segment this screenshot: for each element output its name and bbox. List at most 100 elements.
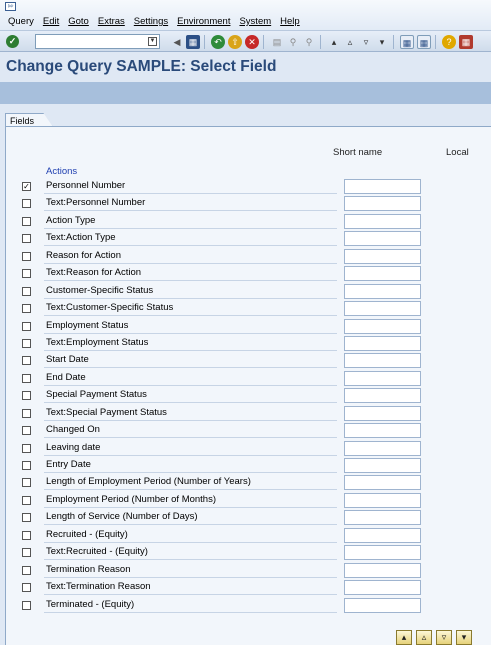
shortcut-icon[interactable]: ▦ <box>417 35 431 49</box>
field-checkbox[interactable] <box>22 373 31 383</box>
field-checkbox[interactable] <box>22 216 31 226</box>
field-label: Text:Personnel Number <box>44 197 337 212</box>
short-name-input[interactable] <box>344 283 421 299</box>
short-name-input[interactable] <box>344 196 421 212</box>
menu-item-settings[interactable]: Settings <box>134 16 168 27</box>
help-icon[interactable]: ? <box>442 35 456 49</box>
field-checkbox[interactable] <box>22 478 31 488</box>
tab-fields[interactable]: Fields <box>5 113 53 127</box>
field-checkbox[interactable] <box>22 286 31 296</box>
field-checkbox[interactable] <box>22 495 31 505</box>
field-label: Special Payment Status <box>44 389 337 404</box>
short-name-input[interactable] <box>344 580 421 596</box>
menu-item-environment[interactable]: Environment <box>177 16 230 27</box>
short-name-input[interactable] <box>344 458 421 473</box>
cancel-icon[interactable]: ✕ <box>245 35 259 49</box>
field-checkbox[interactable] <box>22 199 31 209</box>
column-header-short-name: Short name <box>333 147 383 158</box>
field-label: Text:Employment Status <box>44 337 337 351</box>
short-name-input[interactable] <box>344 510 421 526</box>
command-history-icon[interactable]: ▼ <box>148 37 157 46</box>
first-page-icon[interactable]: ▴ <box>327 35 341 49</box>
new-session-icon[interactable]: ▦ <box>400 35 414 49</box>
scroll-last-icon[interactable]: ▾ <box>456 630 472 645</box>
field-label: Text:Special Payment Status <box>44 407 337 421</box>
field-checkbox[interactable] <box>22 269 31 279</box>
field-label: Terminated - (Equity) <box>44 599 337 613</box>
field-checkbox[interactable] <box>22 321 31 331</box>
short-name-input[interactable] <box>344 475 421 491</box>
field-checkbox[interactable] <box>22 426 31 436</box>
scroll-previous-icon[interactable]: ▵ <box>416 630 432 645</box>
short-name-input[interactable] <box>344 440 421 456</box>
layout-menu-icon[interactable]: ▦ <box>459 35 473 49</box>
short-name-input[interactable] <box>344 562 421 578</box>
field-row: Leaving date <box>6 440 491 457</box>
scroll-first-icon[interactable]: ▴ <box>396 630 412 645</box>
field-checkbox[interactable] <box>22 338 31 348</box>
field-checkbox[interactable] <box>22 548 31 558</box>
short-name-input[interactable] <box>344 405 421 421</box>
menu-item-goto[interactable]: Goto <box>68 16 89 27</box>
command-field[interactable]: ▼ <box>35 34 160 49</box>
field-checkbox[interactable] <box>22 583 31 593</box>
field-group-label: Actions <box>46 166 78 177</box>
field-checkbox[interactable] <box>22 391 31 401</box>
find-icon[interactable]: ⚲ <box>286 35 300 49</box>
field-checkbox[interactable] <box>22 356 31 366</box>
short-name-input[interactable] <box>344 423 421 439</box>
menu-item-extras[interactable]: Extras <box>98 16 125 27</box>
field-checkbox[interactable] <box>22 513 31 523</box>
short-name-input[interactable] <box>344 545 421 561</box>
field-checkbox[interactable] <box>22 251 31 261</box>
menu-item-edit[interactable]: Edit <box>43 16 59 27</box>
field-checkbox[interactable] <box>22 530 31 540</box>
short-name-input[interactable] <box>344 597 421 613</box>
field-label: Personnel Number <box>44 180 337 194</box>
short-name-input[interactable] <box>344 301 421 317</box>
menu-item-query[interactable]: Query <box>8 16 34 27</box>
short-name-input[interactable] <box>344 179 421 194</box>
short-name-input[interactable] <box>344 231 421 247</box>
short-name-input[interactable] <box>344 353 421 369</box>
find-next-icon[interactable]: ⚲ <box>302 35 316 49</box>
field-label: Termination Reason <box>44 564 337 578</box>
short-name-input[interactable] <box>344 527 421 543</box>
field-row: Text:Reason for Action <box>6 265 491 282</box>
short-name-input[interactable] <box>344 318 421 334</box>
save-icon[interactable]: ▦ <box>186 35 200 49</box>
short-name-input[interactable] <box>344 335 421 351</box>
menu-item-system[interactable]: System <box>239 16 271 27</box>
print-icon[interactable]: ▤ <box>270 35 284 49</box>
field-checkbox[interactable] <box>22 443 31 453</box>
arrow-left-icon[interactable]: ◀ <box>170 35 184 49</box>
enter-icon[interactable]: ✓ <box>6 35 19 48</box>
field-checkbox[interactable] <box>22 408 31 418</box>
short-name-input[interactable] <box>344 213 421 229</box>
field-checkbox[interactable]: ✓ <box>22 182 31 191</box>
scroll-next-icon[interactable]: ▿ <box>436 630 452 645</box>
next-page-icon[interactable]: ▿ <box>359 35 373 49</box>
field-label: Start Date <box>44 354 337 369</box>
field-checkbox[interactable] <box>22 461 31 470</box>
field-checkbox[interactable] <box>22 600 31 610</box>
field-row: Terminated - (Equity) <box>6 597 491 614</box>
field-row: Reason for Action <box>6 248 491 265</box>
short-name-input[interactable] <box>344 388 421 404</box>
short-name-input[interactable] <box>344 492 421 508</box>
sap-menu-icon[interactable]: ⇰ <box>5 2 16 11</box>
field-row: Customer-Specific Status <box>6 283 491 300</box>
toolbar-separator <box>320 35 321 49</box>
back-icon[interactable]: ↶ <box>211 35 225 49</box>
field-checkbox[interactable] <box>22 304 31 314</box>
field-checkbox[interactable] <box>22 234 31 244</box>
exit-icon[interactable]: ⇧ <box>228 35 242 49</box>
last-page-icon[interactable]: ▾ <box>375 35 389 49</box>
field-row: Entry Date <box>6 457 491 474</box>
short-name-input[interactable] <box>344 370 421 386</box>
field-checkbox[interactable] <box>22 565 31 575</box>
short-name-input[interactable] <box>344 266 421 282</box>
previous-page-icon[interactable]: ▵ <box>343 35 357 49</box>
menu-item-help[interactable]: Help <box>280 16 300 27</box>
short-name-input[interactable] <box>344 248 421 264</box>
